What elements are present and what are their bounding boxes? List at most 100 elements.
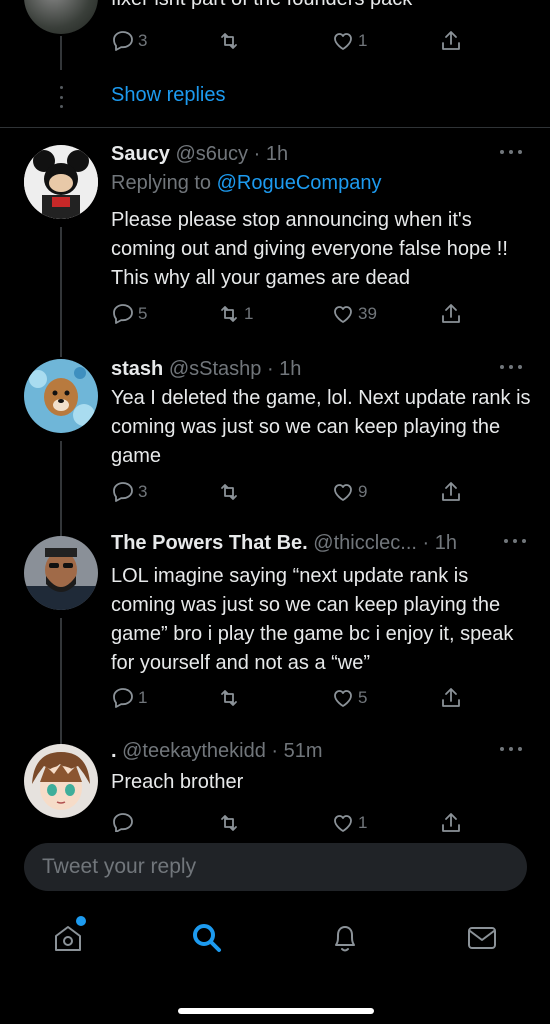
reply-icon [113,304,133,324]
retweet-button[interactable] [217,808,244,832]
reply-icon [113,688,133,708]
like-button[interactable]: 1 [331,26,367,56]
thread-line [60,441,62,536]
tweet-text: Preach brother [111,771,244,793]
show-replies-link[interactable]: Show replies [111,84,226,107]
reply-button[interactable]: 5 [111,299,147,329]
separator-dot: · [261,358,280,380]
retweet-icon [221,690,237,706]
handle[interactable]: @sStashp [169,358,262,380]
retweet-icon [221,815,237,831]
reply-count: 1 [138,688,148,707]
heart-icon [334,815,352,832]
more-options-button[interactable] [500,147,522,157]
mail-icon [468,927,496,949]
display-name[interactable]: . [111,740,117,762]
share-button[interactable] [439,683,463,713]
tweet-text: Please please stop announcing when it's … [111,209,508,289]
handle[interactable]: @s6ucy [176,143,249,165]
reply-compose-box[interactable] [24,843,527,891]
mention-link[interactable]: @RogueCompany [217,172,382,194]
share-button[interactable] [439,26,463,56]
tweet[interactable]: Saucy @s6ucy · 1h Replying to @RogueComp… [0,143,550,357]
reply-button[interactable]: 3 [111,26,147,56]
tweet-header: Saucy @s6ucy · 1h [111,143,288,166]
share-icon [442,813,460,832]
tweet-actions: 3 1 [111,26,471,56]
display-name[interactable]: stash [111,358,163,380]
retweet-count: 1 [244,304,254,323]
tweet-text: LOL imagine saying “next update rank is … [111,565,514,674]
avatar[interactable] [24,0,98,34]
heart-icon [334,33,352,50]
timestamp: 1h [265,143,289,165]
retweet-button[interactable] [217,683,244,713]
heart-icon [334,484,352,501]
replying-prefix: Replying to [111,172,212,194]
avatar-image [24,359,98,433]
nav-notifications[interactable] [327,920,363,956]
tweet-actions: 1 5 [111,683,471,713]
thread-line [60,36,62,70]
reply-count: 3 [138,31,148,50]
like-button[interactable]: 5 [331,683,367,713]
reply-count: 3 [138,482,148,501]
more-options-button[interactable] [500,744,522,754]
share-button[interactable] [439,808,463,832]
tweet-actions: 1 [111,808,471,832]
share-button[interactable] [439,477,463,507]
tweet-header: stash @sStashp · 1h [111,358,301,381]
reply-icon [113,482,133,502]
separator-dot: · [416,532,435,554]
thread-line [60,618,62,746]
share-button[interactable] [439,299,463,329]
share-icon [442,688,460,707]
tweet-text: fixer isnt part of the founders pack [111,0,412,11]
avatar[interactable] [24,536,98,610]
notification-dot [76,916,86,926]
avatar[interactable] [24,744,98,818]
share-icon [442,482,460,501]
replying-to: Replying to @RogueCompany [111,172,381,195]
reply-button[interactable]: 3 [111,477,147,507]
more-options-button[interactable] [500,362,522,372]
tweet[interactable]: . @teekaythekidd · 51m Preach brother 1 [0,740,550,832]
tweet-reply-input[interactable] [42,843,512,891]
nav-search[interactable] [189,920,225,956]
like-button[interactable]: 39 [331,299,377,329]
retweet-button[interactable] [217,26,244,56]
nav-messages[interactable] [464,920,500,956]
home-indicator[interactable] [178,1008,374,1014]
retweet-button[interactable]: 1 [217,299,253,329]
timestamp: 1h [279,358,302,380]
share-icon [442,304,460,323]
like-button[interactable]: 1 [331,808,367,832]
avatar[interactable] [24,359,98,433]
handle[interactable]: @thicclec... [313,532,417,554]
more-options-button[interactable] [504,536,526,546]
like-count: 5 [358,688,368,707]
separator-dot: · [248,143,266,165]
tweet[interactable]: The Powers That Be. @thicclec... · 1h LO… [0,532,550,746]
bell-icon [335,926,355,952]
tweet-header: The Powers That Be. @thicclec... · 1h [111,532,457,555]
retweet-icon [221,306,237,322]
like-count: 1 [358,813,368,832]
tweet[interactable]: stash @sStashp · 1h Yea I deleted the ga… [0,358,550,536]
avatar-image [24,145,98,219]
reply-button[interactable] [111,808,138,832]
avatar-image [24,536,98,610]
reply-button[interactable]: 1 [111,683,147,713]
tweet-actions: 5 1 39 [111,299,471,329]
tweet-actions: 3 9 [111,477,471,507]
separator-dot: · [265,740,284,762]
handle[interactable]: @teekaythekidd [122,740,266,762]
retweet-button[interactable] [217,477,244,507]
like-count: 9 [358,482,368,501]
display-name[interactable]: Saucy [111,143,170,165]
search-icon [193,924,221,952]
like-button[interactable]: 9 [331,477,367,507]
display-name[interactable]: The Powers That Be. [111,532,308,554]
like-count: 39 [358,304,377,323]
avatar[interactable] [24,145,98,219]
